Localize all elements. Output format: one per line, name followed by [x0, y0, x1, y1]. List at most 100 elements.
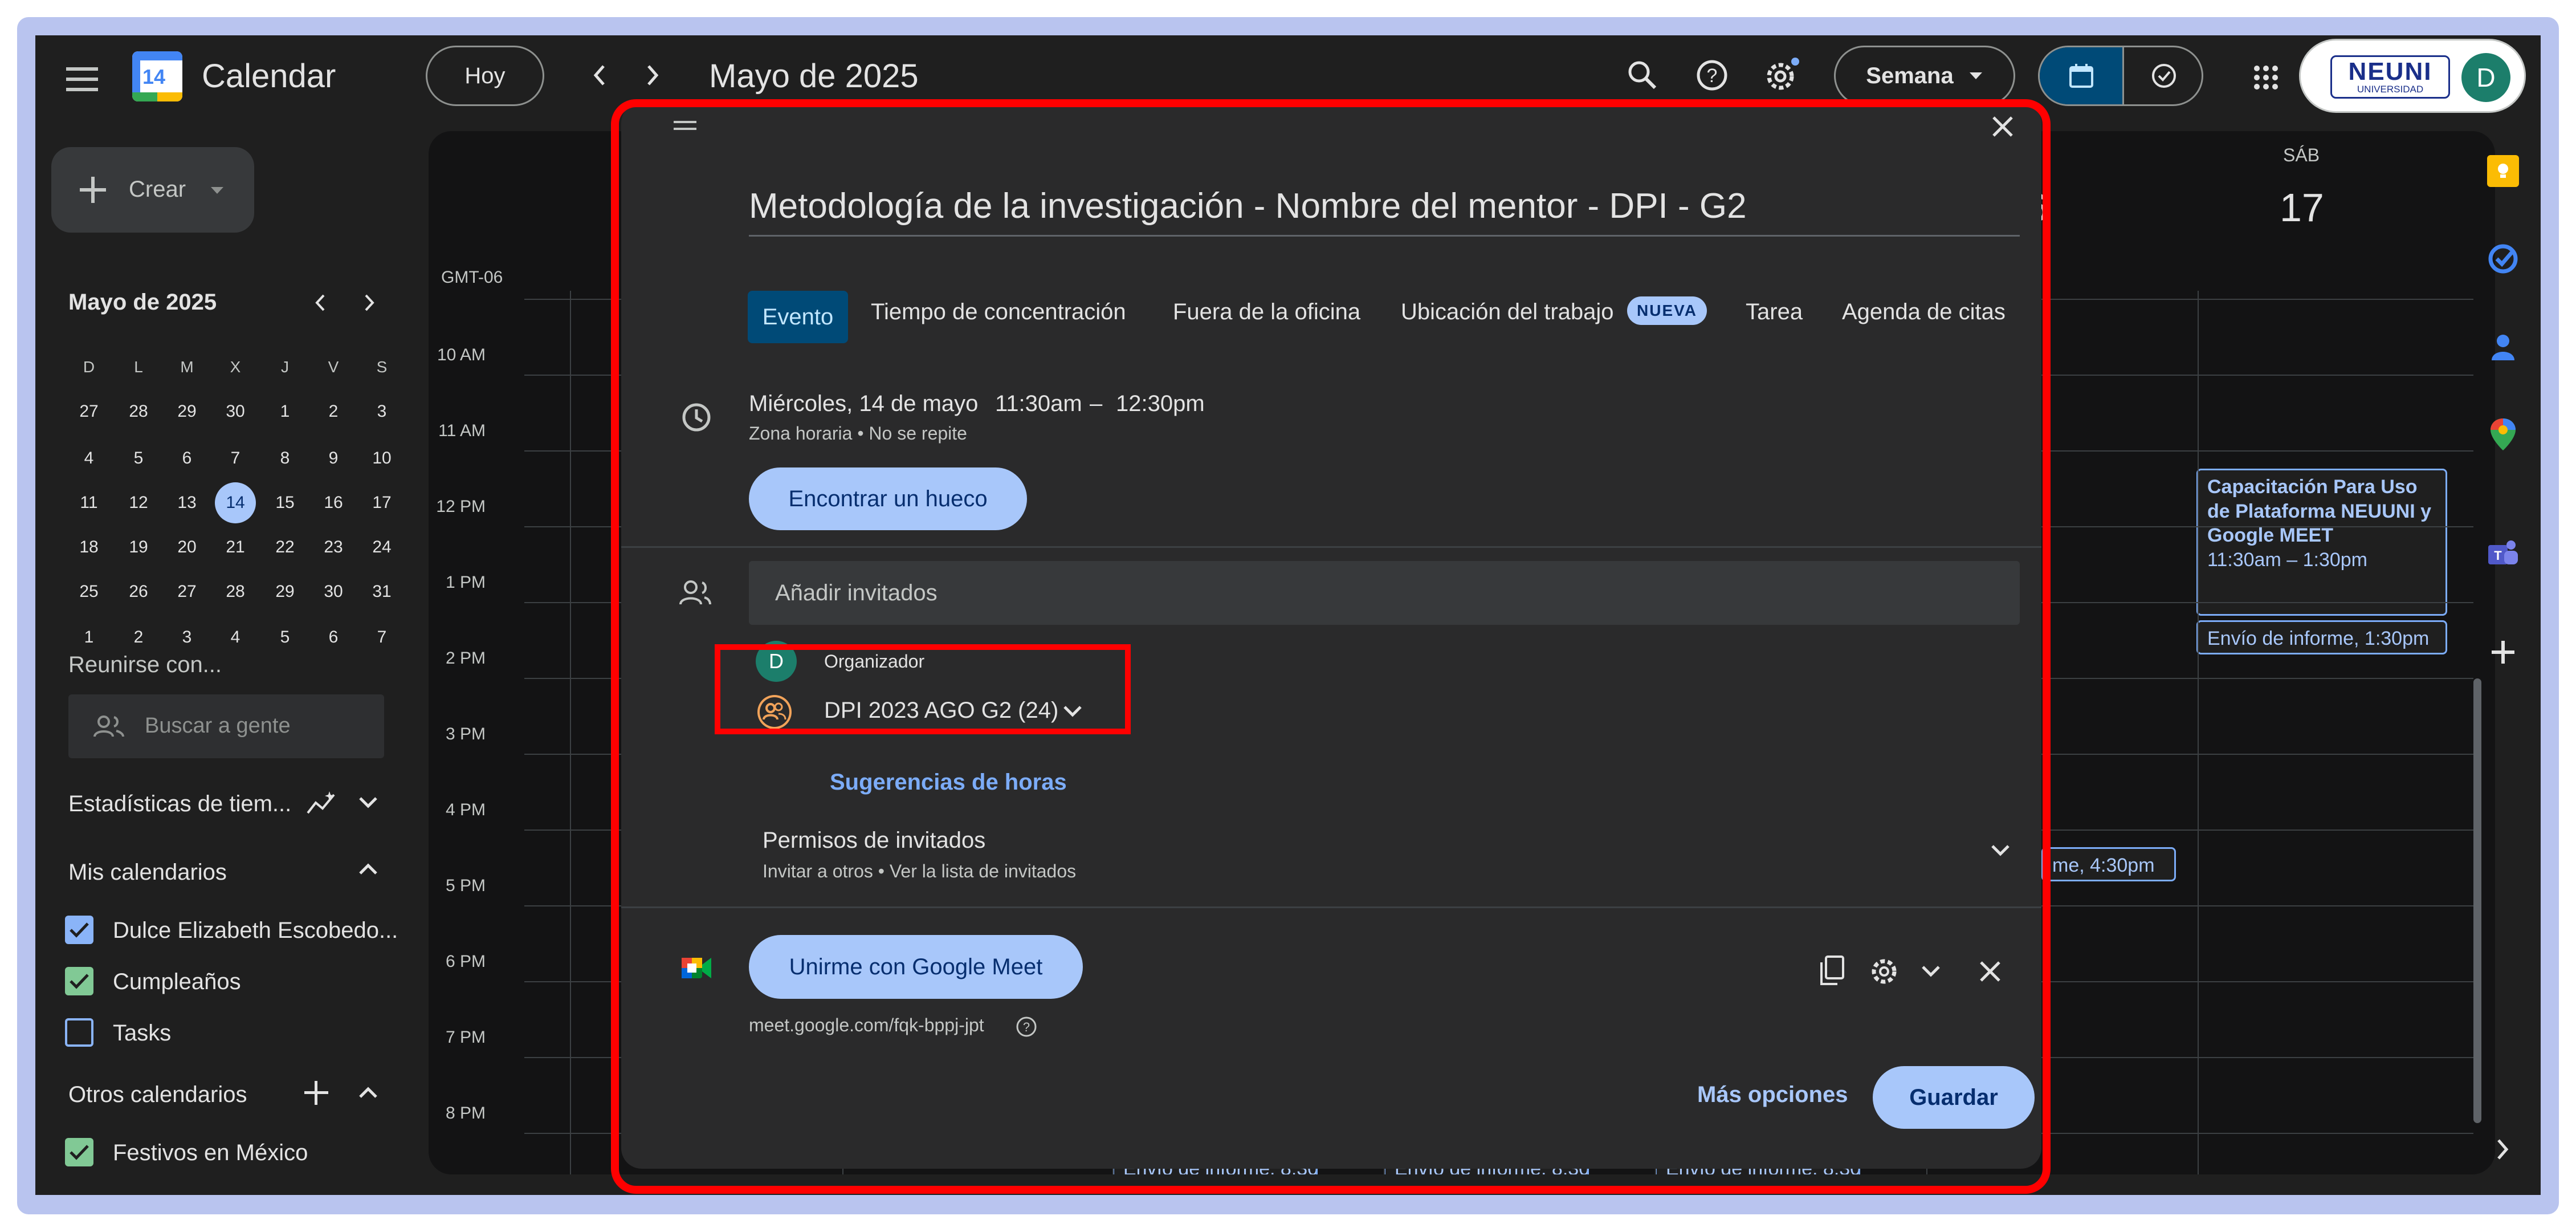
mini-calendar-day[interactable]: 7 [361, 617, 402, 658]
suggest-times-link[interactable]: Sugerencias de horas [830, 770, 1067, 795]
guest-permissions[interactable]: Permisos de invitados Invitar a otros • … [749, 823, 2020, 894]
find-slot-button[interactable]: Encontrar un hueco [749, 467, 1027, 530]
tab-focus-time[interactable]: Tiempo de concentración [871, 299, 1126, 325]
calendar-mode-button[interactable] [2040, 47, 2122, 104]
calendar-checkbox-dulce[interactable] [65, 916, 93, 944]
mini-calendar-day[interactable]: 6 [313, 617, 354, 658]
guest-group-name[interactable]: DPI 2023 AGO G2 (24) [824, 698, 1058, 723]
calendar-checkbox-holidays[interactable] [65, 1138, 93, 1166]
event-training[interactable]: Capacitación Para Uso de Plataforma NEUU… [2196, 469, 2447, 616]
save-button[interactable]: Guardar [1873, 1066, 2035, 1129]
mini-calendar-day[interactable]: 4 [68, 438, 109, 479]
tasks-mode-button[interactable] [2124, 47, 2202, 104]
event-report-saturday[interactable]: Envío de informe, 1:30pm [2196, 620, 2447, 654]
mini-calendar-day[interactable]: 31 [361, 571, 402, 612]
contacts-icon[interactable] [2487, 331, 2519, 363]
teams-icon[interactable]: T [2486, 537, 2520, 569]
event-start-time[interactable]: 11:30am [995, 391, 1082, 417]
mini-calendar-day[interactable]: 5 [118, 438, 159, 479]
mini-calendar-day[interactable]: 1 [264, 391, 305, 432]
mini-calendar-day[interactable]: 19 [118, 527, 159, 568]
mini-calendar-day[interactable]: 16 [313, 482, 354, 523]
close-icon[interactable] [1991, 115, 2014, 138]
search-people-input[interactable]: Buscar a gente [68, 694, 384, 758]
help-icon[interactable]: ? [1695, 58, 1729, 92]
mini-calendar-day[interactable]: 15 [264, 482, 305, 523]
mini-calendar-day[interactable]: 2 [313, 391, 354, 432]
mini-calendar-day[interactable]: 27 [166, 571, 207, 612]
mini-calendar-day[interactable]: 10 [361, 438, 402, 479]
chevron-down-icon[interactable] [1921, 965, 1941, 978]
tab-appointment-schedule[interactable]: Agenda de citas [1842, 299, 2006, 325]
settings-icon[interactable] [1763, 57, 1801, 93]
more-options-link[interactable]: Más opciones [1697, 1082, 1848, 1108]
stats-label[interactable]: Estadísticas de tiem... [68, 791, 291, 817]
meet-settings-icon[interactable] [1868, 955, 1900, 987]
mini-calendar-day[interactable]: 21 [215, 527, 256, 568]
mini-calendar-day[interactable]: 5 [264, 617, 305, 658]
previous-week-icon[interactable] [591, 64, 608, 87]
keep-icon[interactable] [2487, 155, 2519, 187]
copy-icon[interactable] [1818, 955, 1845, 986]
chevron-up-icon[interactable] [358, 862, 378, 876]
mini-calendar-day-selected[interactable]: 14 [215, 482, 256, 523]
calendar-checkbox-tasks[interactable] [65, 1018, 93, 1047]
mini-calendar-day[interactable]: 25 [68, 571, 109, 612]
my-calendars-heading[interactable]: Mis calendarios [68, 860, 227, 885]
mini-calendar-day[interactable]: 7 [215, 438, 256, 479]
mini-calendar-day[interactable]: 29 [264, 571, 305, 612]
tab-task[interactable]: Tarea [1746, 299, 1803, 325]
account-chip[interactable]: NEUNI UNIVERSIDAD D [2299, 39, 2526, 113]
maps-icon[interactable] [2488, 417, 2518, 452]
chevron-down-icon[interactable] [1062, 705, 1083, 718]
apps-grid-icon[interactable] [2252, 64, 2280, 91]
timezone-repeat[interactable]: Zona horaria • No se repite [749, 423, 967, 444]
mini-calendar-day[interactable]: 18 [68, 527, 109, 568]
info-help-icon[interactable]: ? [1016, 1016, 1037, 1038]
search-icon[interactable] [1625, 58, 1660, 92]
chevron-up-icon[interactable] [358, 1085, 378, 1099]
mini-calendar-day[interactable]: 29 [166, 391, 207, 432]
join-meet-button[interactable]: Unirme con Google Meet [749, 935, 1083, 999]
mini-calendar-day[interactable]: 30 [313, 571, 354, 612]
mini-calendar-day[interactable]: 3 [361, 391, 402, 432]
mini-prev-month-icon[interactable] [313, 293, 327, 312]
mini-next-month-icon[interactable] [362, 293, 376, 312]
mini-calendar-day[interactable]: 6 [166, 438, 207, 479]
mini-calendar-day[interactable]: 17 [361, 482, 402, 523]
mini-calendar-day[interactable]: 26 [118, 571, 159, 612]
add-addon-icon[interactable] [2491, 640, 2516, 665]
mini-calendar-day[interactable]: 11 [68, 482, 109, 523]
mini-calendar-day[interactable]: 30 [215, 391, 256, 432]
tab-working-location[interactable]: Ubicación del trabajo [1401, 299, 1614, 325]
event-date[interactable]: Miércoles, 14 de mayo [749, 391, 978, 417]
chevron-down-icon[interactable] [358, 796, 378, 810]
mini-calendar-day[interactable]: 28 [118, 391, 159, 432]
mini-calendar-day[interactable]: 20 [166, 527, 207, 568]
avatar[interactable]: D [2461, 53, 2510, 102]
grid-scrollbar[interactable] [2473, 678, 2481, 1123]
mini-calendar-day[interactable]: 12 [118, 482, 159, 523]
next-week-icon[interactable] [644, 64, 661, 87]
other-calendars-heading[interactable]: Otros calendarios [68, 1082, 247, 1108]
mini-calendar-day[interactable]: 9 [313, 438, 354, 479]
event-end-time[interactable]: 12:30pm [1116, 391, 1205, 417]
event-report-friday[interactable]: me, 4:30pm [2041, 847, 2176, 881]
mini-calendar-day[interactable]: 24 [361, 527, 402, 568]
event-title-input[interactable]: Metodología de la investigación - Nombre… [749, 186, 1747, 226]
create-button[interactable]: Crear [51, 147, 254, 233]
main-menu-icon[interactable] [66, 65, 100, 93]
mini-calendar-day[interactable]: 8 [264, 438, 305, 479]
mini-calendar-day[interactable]: 23 [313, 527, 354, 568]
mini-calendar-day[interactable]: 27 [68, 391, 109, 432]
tab-event[interactable]: Evento [748, 291, 848, 343]
expand-panel-icon[interactable] [2495, 1138, 2511, 1161]
view-selector[interactable]: Semana [1834, 46, 2015, 106]
calendar-checkbox-birthdays[interactable] [65, 967, 93, 995]
tab-out-of-office[interactable]: Fuera de la oficina [1173, 299, 1360, 325]
meet-link[interactable]: meet.google.com/fqk-bppj-jpt [749, 1015, 984, 1036]
drag-handle-icon[interactable] [672, 119, 698, 132]
mini-calendar-day[interactable]: 28 [215, 571, 256, 612]
mini-calendar-day[interactable]: 13 [166, 482, 207, 523]
remove-meet-icon[interactable] [1979, 960, 2002, 983]
